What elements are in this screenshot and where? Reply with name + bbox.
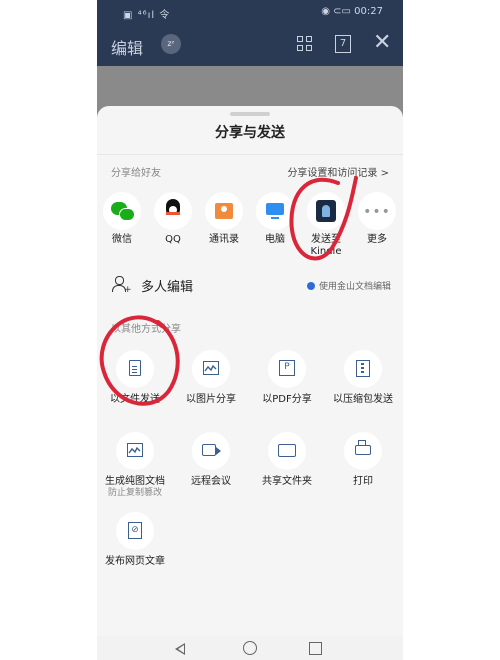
- more-icon: •••: [363, 204, 391, 220]
- grid-icon[interactable]: [297, 36, 313, 52]
- share-computer[interactable]: 电脑: [250, 192, 300, 246]
- generate-image-document-sublabel: 防止复制篡改: [107, 488, 162, 498]
- add-user-icon: +: [111, 276, 132, 295]
- wechat-icon: [111, 202, 135, 221]
- kdocs-note: 使用金山文档编辑: [306, 279, 391, 292]
- share-more[interactable]: ••• 更多: [352, 192, 402, 246]
- recent-apps-icon[interactable]: [309, 642, 322, 655]
- print[interactable]: 打印: [325, 432, 401, 488]
- remote-meeting-label: 远程会议: [191, 476, 231, 487]
- back-icon[interactable]: [175, 643, 185, 655]
- pdf-icon: P: [279, 360, 295, 376]
- share-contacts[interactable]: 通讯录: [199, 192, 249, 246]
- page-title: 编辑: [111, 39, 144, 58]
- share-as-image-label: 以图片分享: [186, 394, 236, 405]
- page-count-icon[interactable]: 7: [335, 35, 351, 53]
- contacts-icon: [215, 203, 233, 219]
- share-wechat[interactable]: 微信: [97, 192, 147, 246]
- home-icon[interactable]: [243, 641, 257, 655]
- share-more-label: 更多: [367, 234, 387, 245]
- generate-image-document[interactable]: 生成纯图文档 防止复制篡改: [97, 432, 173, 499]
- share-sheet: 分享与发送 分享给好友 分享设置和访问记录 > 微信 QQ 通讯录 电脑 发送至…: [97, 106, 403, 636]
- share-as-pdf[interactable]: P 以PDF分享: [249, 350, 325, 406]
- divider: [97, 154, 403, 155]
- send-as-file-label: 以文件发送: [110, 394, 160, 405]
- image-icon: [203, 361, 219, 375]
- qq-icon: [166, 199, 180, 219]
- multi-user-edit-label: 多人编辑: [141, 280, 194, 295]
- system-nav-bar: [97, 636, 403, 660]
- document-icon: [129, 360, 141, 376]
- publish-web-article[interactable]: ⊘ 发布网页文章: [97, 512, 173, 568]
- share-kindle-label: 发送至 Kindle: [310, 234, 342, 257]
- kdocs-logo-icon: [306, 282, 315, 290]
- sheet-title: 分享与发送: [215, 125, 285, 141]
- share-wechat-label: 微信: [112, 234, 132, 245]
- close-icon[interactable]: ✕: [373, 32, 391, 54]
- shared-folder-label: 共享文件夹: [262, 476, 312, 487]
- kindle-icon: [316, 200, 336, 222]
- print-label: 打印: [353, 476, 373, 487]
- generate-image-document-label: 生成纯图文档: [105, 476, 165, 487]
- other-share-section-label: 以其他方式分享: [111, 324, 181, 335]
- shared-folder-icon: [278, 444, 296, 457]
- add-user-plus: +: [124, 285, 132, 295]
- share-computer-label: 电脑: [265, 234, 285, 245]
- multi-user-edit-row[interactable]: + 多人编辑 使用金山文档编辑: [111, 274, 391, 296]
- status-bar: ▣ ⁴⁶ıl 令 ◉ ⊂▭ 00:27: [97, 0, 403, 24]
- share-kindle[interactable]: 发送至 Kindle: [301, 192, 351, 258]
- web-article-icon: ⊘: [128, 522, 142, 539]
- publish-web-article-label: 发布网页文章: [105, 556, 165, 567]
- computer-icon: [266, 203, 284, 215]
- printer-icon: [355, 440, 371, 455]
- kdocs-note-text: 使用金山文档编辑: [318, 282, 391, 292]
- send-as-zip-label: 以压缩包发送: [333, 394, 393, 405]
- sleep-badge-icon[interactable]: zᶻ: [161, 34, 181, 54]
- shared-folder[interactable]: 共享文件夹: [249, 432, 325, 488]
- share-contacts-label: 通讯录: [209, 234, 239, 245]
- status-right: ◉ ⊂▭ 00:27: [321, 6, 383, 17]
- share-as-image[interactable]: 以图片分享: [173, 350, 249, 406]
- send-as-zip[interactable]: 以压缩包发送: [325, 350, 401, 406]
- sheet-drag-handle[interactable]: [230, 112, 270, 116]
- app-bar: 编辑 zᶻ 7 ✕: [97, 24, 403, 66]
- share-qq-label: QQ: [165, 234, 181, 245]
- image-document-icon: [127, 443, 143, 457]
- share-settings-link[interactable]: 分享设置和访问记录 >: [287, 164, 389, 179]
- remote-meeting[interactable]: 远程会议: [173, 432, 249, 488]
- send-as-file[interactable]: 以文件发送: [97, 350, 173, 406]
- share-as-pdf-label: 以PDF分享: [262, 394, 312, 405]
- share-qq[interactable]: QQ: [148, 192, 198, 246]
- status-icons-left: ▣ ⁴⁶ıl 令: [123, 10, 171, 21]
- zip-icon: [356, 360, 370, 377]
- video-meeting-icon: [202, 444, 221, 456]
- phone-screen: ▣ ⁴⁶ıl 令 ◉ ⊂▭ 00:27 编辑 zᶻ 7 ✕ 分享与发送 分享给好…: [97, 0, 403, 660]
- friends-section-label: 分享给好友: [111, 168, 161, 179]
